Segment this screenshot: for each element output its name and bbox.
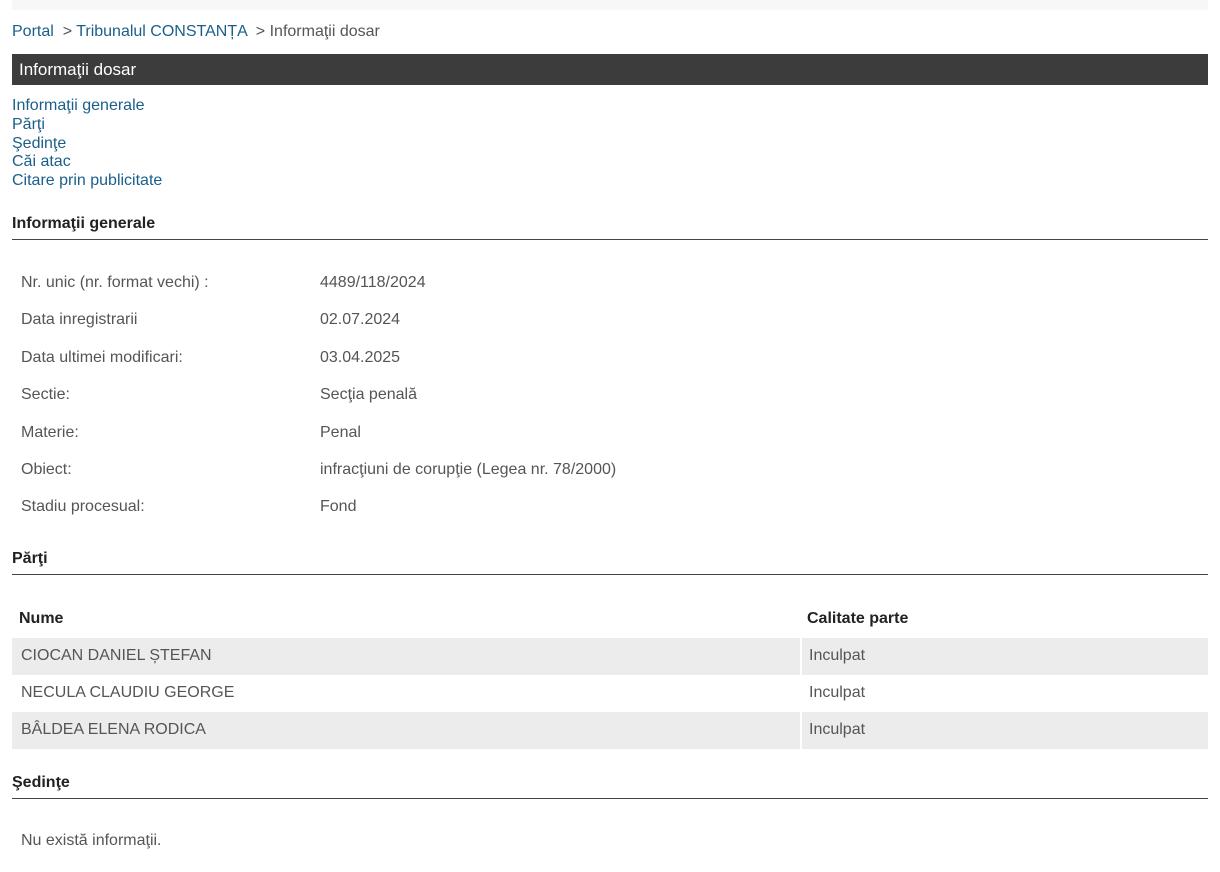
party-role: Inculpat xyxy=(809,721,866,738)
info-label: Obiect: xyxy=(21,460,72,478)
breadcrumb-portal-link[interactable]: Portal xyxy=(12,23,54,40)
table-row: NECULA CLAUDIU GEORGE Inculpat xyxy=(12,675,1208,712)
info-label: Data ultimei modificari: xyxy=(21,348,183,366)
party-name: CIOCAN DANIEL ȘTEFAN xyxy=(21,647,212,664)
anchor-informatii-generale[interactable]: Informaţii generale xyxy=(12,97,162,116)
breadcrumb: Portal > Tribunalul CONSTANȚA > Informaţ… xyxy=(12,22,380,42)
info-label: Sectie: xyxy=(21,386,70,404)
breadcrumb-separator: > xyxy=(62,23,73,40)
page-title: Informaţii dosar xyxy=(12,54,1208,85)
anchor-citare-prin-publicitate[interactable]: Citare prin publicitate xyxy=(12,172,162,191)
breadcrumb-separator: > xyxy=(255,23,266,40)
parti-table: Nume Calitate parte CIOCAN DANIEL ȘTEFAN… xyxy=(12,601,1208,749)
info-value: Penal xyxy=(320,423,361,441)
anchor-cai-atac[interactable]: Căi atac xyxy=(12,153,162,172)
table-row: CIOCAN DANIEL ȘTEFAN Inculpat xyxy=(12,638,1208,675)
party-role: Inculpat xyxy=(809,684,866,701)
party-role: Inculpat xyxy=(809,647,866,664)
column-divider xyxy=(800,638,802,675)
column-header-nume: Nume xyxy=(19,610,64,627)
table-row: BÂLDEA ELENA RODICA Inculpat xyxy=(12,712,1208,749)
empty-state-text: Nu există informaţii. xyxy=(21,832,162,849)
column-divider xyxy=(800,712,802,749)
section-anchor-links: Informaţii generale Părţi Şedinţe Căi at… xyxy=(12,97,162,191)
section-heading-sedinte: Şedinţe xyxy=(12,774,1208,799)
party-name: BÂLDEA ELENA RODICA xyxy=(21,721,206,738)
breadcrumb-current: Informaţii dosar xyxy=(269,23,380,40)
info-label: Materie: xyxy=(21,423,79,441)
top-strip xyxy=(12,0,1208,10)
page: Portal > Tribunalul CONSTANȚA > Informaţ… xyxy=(0,0,1220,872)
info-label: Data inregistrarii xyxy=(21,311,138,329)
breadcrumb-court-link[interactable]: Tribunalul CONSTANȚA xyxy=(76,23,247,40)
section-heading-general: Informaţii generale xyxy=(12,215,1208,240)
info-value: Secţia penală xyxy=(320,386,417,404)
info-label: Stadiu procesual: xyxy=(21,498,145,516)
info-value: 03.04.2025 xyxy=(320,348,401,366)
party-name: NECULA CLAUDIU GEORGE xyxy=(21,684,235,701)
column-header-calitate: Calitate parte xyxy=(807,610,909,627)
section-heading-parti: Părţi xyxy=(12,550,1208,575)
anchor-sedinte[interactable]: Şedinţe xyxy=(12,135,162,154)
info-value: infracţiuni de corupţie (Legea nr. 78/20… xyxy=(320,460,617,478)
info-value: 4489/118/2024 xyxy=(320,274,426,291)
info-value: Fond xyxy=(320,498,357,516)
info-label: Nr. unic (nr. format vechi) : xyxy=(21,274,209,291)
info-value: 02.07.2024 xyxy=(320,311,401,329)
table-header-row: Nume Calitate parte xyxy=(12,601,1208,638)
anchor-parti[interactable]: Părţi xyxy=(12,116,162,135)
